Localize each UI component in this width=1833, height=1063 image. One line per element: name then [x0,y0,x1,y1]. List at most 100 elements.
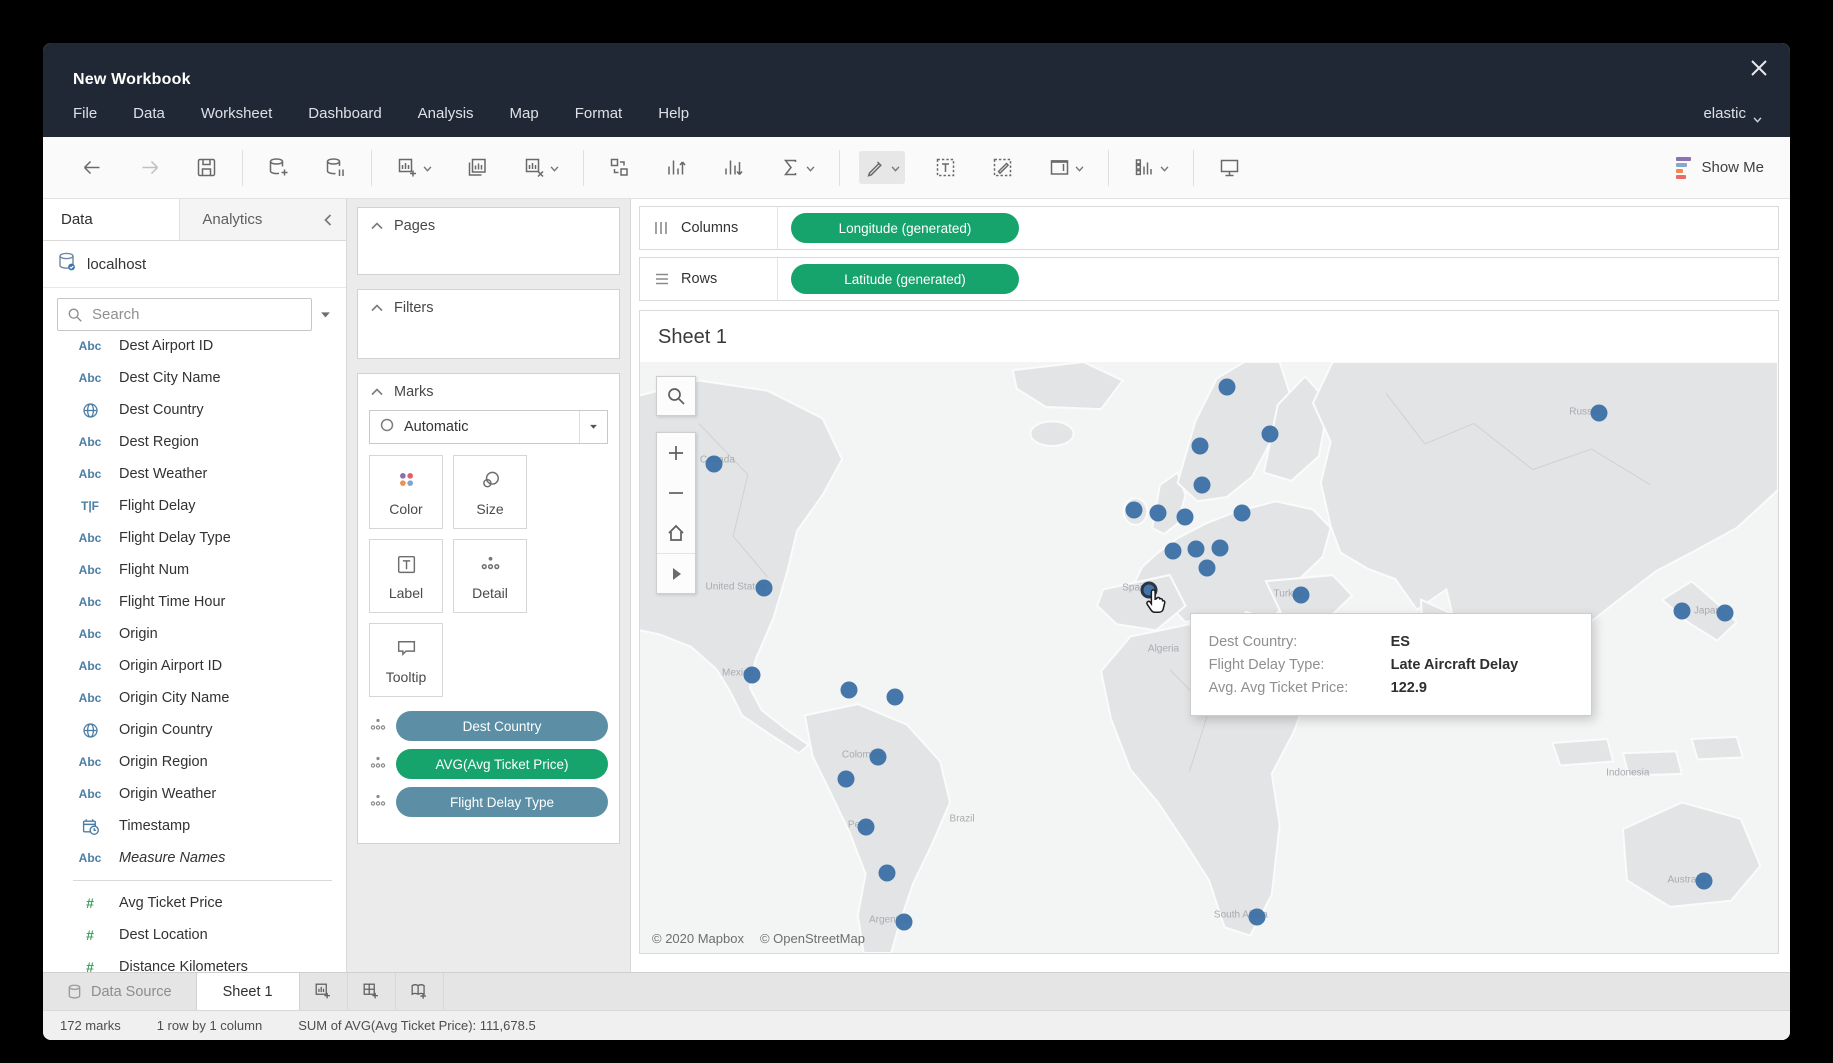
new-story-tab-button[interactable] [396,973,444,1010]
field-dest-location[interactable]: #Dest Location [73,919,346,951]
field-dest-airport-id[interactable]: AbcDest Airport ID [73,330,346,362]
map-mark[interactable] [1164,542,1181,559]
redo-button[interactable] [133,151,166,184]
show-mark-labels-button[interactable] [929,151,962,184]
show-hide-cards-button[interactable] [1128,151,1174,184]
field-origin-weather[interactable]: AbcOrigin Weather [73,778,346,810]
field-origin[interactable]: AbcOrigin [73,618,346,650]
field-origin-city-name[interactable]: AbcOrigin City Name [73,682,346,714]
sheet-1-tab[interactable]: Sheet 1 [196,973,300,1010]
totals-button[interactable] [774,151,820,184]
map-mark[interactable] [837,770,854,787]
menu-item-format[interactable]: Format [575,105,623,122]
clear-sheet-button[interactable] [518,151,564,184]
marks-pill-flight-delay-type[interactable]: Flight Delay Type [396,787,608,817]
field-measure-names[interactable]: AbcMeasure Names [73,842,346,874]
field-origin-region[interactable]: AbcOrigin Region [73,746,346,778]
tab-analytics[interactable]: Analytics [179,199,310,240]
tooltip-button[interactable]: Tooltip [369,623,443,697]
tab-data[interactable]: Data [43,199,179,240]
menu-item-file[interactable]: File [73,105,97,122]
field-timestamp[interactable]: Timestamp [73,810,346,842]
map-mark[interactable] [841,682,858,699]
field-dest-city-name[interactable]: AbcDest City Name [73,362,346,394]
map-mark[interactable] [1194,476,1211,493]
save-button[interactable] [190,151,223,184]
map-mark[interactable] [756,580,773,597]
presentation-mode-button[interactable] [1213,151,1246,184]
detail-button[interactable]: Detail [453,539,527,613]
map-mark[interactable] [705,456,722,473]
undo-button[interactable] [76,151,109,184]
columns-shelf[interactable]: Columns Longitude (generated) [639,206,1779,250]
zoom-in-button[interactable] [657,433,695,473]
new-dashboard-tab-button[interactable] [348,973,396,1010]
menu-item-worksheet[interactable]: Worksheet [201,105,272,122]
search-input[interactable] [92,306,302,323]
map-mark[interactable] [1198,559,1215,576]
map-mark[interactable] [1149,505,1166,522]
pause-auto-updates-button[interactable] [319,151,352,184]
map-mark[interactable] [869,749,886,766]
rows-pill-latitude[interactable]: Latitude (generated) [791,264,1019,294]
pages-card[interactable]: Pages [357,207,620,275]
new-worksheet-tab-button[interactable] [300,973,348,1010]
columns-pill-longitude[interactable]: Longitude (generated) [791,213,1019,243]
menu-item-dashboard[interactable]: Dashboard [308,105,381,122]
sort-ascending-button[interactable] [660,151,693,184]
collapse-panel-button[interactable] [310,199,346,240]
map-mark[interactable] [1696,873,1713,890]
marks-pill-dest-country[interactable]: Dest Country [396,711,608,741]
field-dest-weather[interactable]: AbcDest Weather [73,458,346,490]
map-mark[interactable] [743,666,760,683]
fit-button[interactable] [1043,151,1089,184]
field-flight-time-hour[interactable]: AbcFlight Time Hour [73,586,346,618]
size-button[interactable]: Size [453,455,527,529]
field-flight-num[interactable]: AbcFlight Num [73,554,346,586]
map-mark[interactable] [896,914,913,931]
filters-card[interactable]: Filters [357,289,620,359]
color-button[interactable]: Color [369,455,443,529]
fix-axes-button[interactable] [986,151,1019,184]
map-mark[interactable] [1262,425,1279,442]
show-me-button[interactable]: Show Me [1676,157,1764,179]
map-search-button[interactable] [656,376,696,416]
field-flight-delay-type[interactable]: AbcFlight Delay Type [73,522,346,554]
map-mark[interactable] [1234,505,1251,522]
menu-item-data[interactable]: Data [133,105,165,122]
map-mark[interactable] [1248,908,1265,925]
chevron-down-icon[interactable] [579,411,607,443]
menu-item-help[interactable]: Help [658,105,689,122]
menu-item-map[interactable]: Map [510,105,539,122]
map-mark[interactable] [1219,379,1236,396]
field-dest-country[interactable]: Dest Country [73,394,346,426]
sort-descending-button[interactable] [717,151,750,184]
close-icon[interactable] [1748,57,1770,79]
new-worksheet-button[interactable] [391,151,437,184]
swap-rows-columns-button[interactable] [603,151,636,184]
map-pan-button[interactable] [657,553,695,593]
map-mark[interactable] [858,819,875,836]
map-mark[interactable] [886,689,903,706]
marks-pill-avg-avg-ticket-price-[interactable]: AVG(Avg Ticket Price) [396,749,608,779]
user-menu[interactable]: elastic [1703,105,1762,122]
rows-shelf[interactable]: Rows Latitude (generated) [639,257,1779,301]
field-avg-ticket-price[interactable]: #Avg Ticket Price [73,887,346,919]
zoom-home-button[interactable] [657,513,695,553]
data-connection[interactable]: localhost [43,241,346,288]
menu-item-analysis[interactable]: Analysis [418,105,474,122]
map-mark[interactable] [1191,437,1208,454]
map-mark[interactable] [1674,602,1691,619]
map-mark[interactable] [878,865,895,882]
field-distance-kilometers[interactable]: #Distance Kilometers [73,951,346,972]
search-box[interactable] [57,298,312,331]
osm-attribution[interactable]: © OpenStreetMap [760,931,865,946]
new-data-source-button[interactable] [262,151,295,184]
map-mark[interactable] [1125,501,1142,518]
zoom-out-button[interactable] [657,473,695,513]
mark-type-select[interactable]: Automatic [369,410,608,444]
map-mark[interactable] [1716,605,1733,622]
map-mark[interactable] [1177,508,1194,525]
field-origin-airport-id[interactable]: AbcOrigin Airport ID [73,650,346,682]
map-mark[interactable] [1212,539,1229,556]
